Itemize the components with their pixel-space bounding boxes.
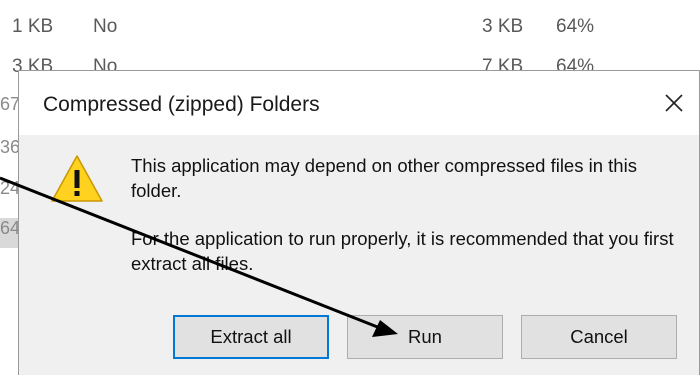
- close-icon: [665, 94, 683, 112]
- dialog-title: Compressed (zipped) Folders: [43, 93, 320, 116]
- message-primary: This application may depend on other com…: [131, 155, 637, 201]
- ratio-cell: 64%: [556, 16, 595, 37]
- compressed-folders-dialog: Compressed (zipped) Folders This applica…: [18, 70, 700, 375]
- screen: 1 KB No 3 KB 64% 3 KB No 7 KB 64% 67 36 …: [0, 0, 700, 375]
- compressed-size-cell: 3 KB: [482, 16, 524, 37]
- cancel-button[interactable]: Cancel: [521, 315, 677, 359]
- message-secondary: For the application to run properly, it …: [131, 228, 674, 274]
- run-button[interactable]: Run: [347, 315, 503, 359]
- dialog-titlebar[interactable]: Compressed (zipped) Folders: [19, 71, 699, 135]
- warning-icon: [51, 155, 103, 202]
- extract-all-button[interactable]: Extract all: [173, 315, 329, 359]
- encrypted-cell: No: [93, 16, 118, 37]
- close-button[interactable]: [651, 81, 697, 125]
- list-item[interactable]: 1 KB No 3 KB 64%: [0, 12, 700, 42]
- dialog-body: This application may depend on other com…: [19, 135, 699, 375]
- size-cell: 1 KB: [12, 16, 54, 37]
